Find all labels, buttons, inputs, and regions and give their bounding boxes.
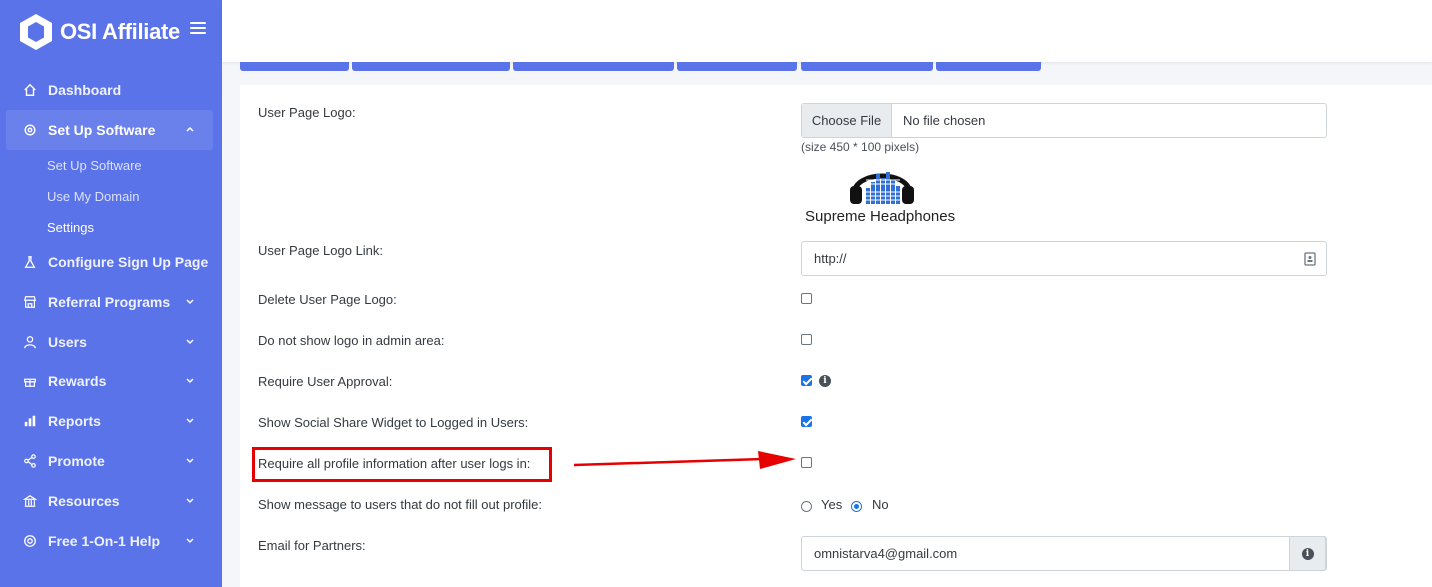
menu-toggle-icon[interactable] [190,22,206,36]
sidebar-item-reports[interactable]: Reports [6,401,213,441]
home-icon [22,82,38,98]
choose-file-button[interactable]: Choose File [802,104,892,137]
chevron-down-icon [186,538,194,544]
sidebar-subitem-set-up-software[interactable]: Set Up Software [47,158,142,173]
logo-brand-text: Supreme Headphones [805,208,956,225]
sidebar-item-users[interactable]: Users [6,322,213,362]
brand-logo-icon [20,14,52,50]
sidebar-item-label: Promote [48,453,105,469]
chevron-down-icon [186,418,194,424]
chevron-down-icon [186,299,194,305]
radio-yes-label: Yes [821,497,843,512]
sidebar-subitem-use-my-domain[interactable]: Use My Domain [47,189,139,204]
sidebar-item-label: Reports [48,413,101,429]
no-logo-admin-checkbox[interactable] [801,334,812,345]
settings-cog-icon [22,122,38,138]
show-message-yes-radio[interactable] [801,501,812,512]
email-partners-input[interactable]: omnistarva4@gmail.com i [801,536,1327,571]
delete-logo-label: Delete User Page Logo: [258,292,397,307]
brand-name: OSI Affiliate [60,19,180,44]
social-share-label: Show Social Share Widget to Logged in Us… [258,415,529,430]
chevron-up-icon [186,126,194,132]
sidebar-item-referral-programs[interactable]: Referral Programs [6,282,213,322]
show-message-label: Show message to users that do not fill o… [258,497,542,512]
sidebar-subitem-settings[interactable]: Settings [47,220,94,235]
email-info-addon[interactable]: i [1289,536,1326,571]
sidebar-item-label: Dashboard [48,82,122,98]
sidebar-item-set-up-software[interactable]: Set Up Software [6,110,213,150]
gift-icon [22,373,38,389]
info-icon[interactable]: i [819,375,831,387]
logo-link-value: http:// [814,251,847,266]
show-message-no-radio[interactable] [851,501,862,512]
sidebar-item-dashboard[interactable]: Dashboard [6,70,213,110]
sidebar-item-label: Configure Sign Up Page [48,254,209,270]
brand[interactable]: OSI Affiliate [18,12,180,52]
chevron-down-icon [186,378,194,384]
settings-tab[interactable] [240,62,349,71]
require-approval-label: Require User Approval: [258,374,393,389]
delete-logo-checkbox[interactable] [801,293,812,304]
sidebar-item-configure-sign-up-page[interactable]: Configure Sign Up Page [6,242,213,282]
sidebar-item-free-help[interactable]: Free 1-On-1 Help [6,521,213,561]
logo-file-input[interactable]: Choose File No file chosen [801,103,1327,138]
sidebar-item-rewards[interactable]: Rewards [6,361,213,401]
sidebar-item-label: Resources [48,493,120,509]
require-approval-checkbox[interactable] [801,375,812,386]
settings-tab[interactable] [936,62,1041,71]
logo-link-label: User Page Logo Link: [258,243,384,258]
email-partners-label: Email for Partners: [258,538,366,553]
settings-tab[interactable] [677,62,797,71]
sidebar-item-label: Free 1-On-1 Help [48,533,161,549]
sidebar-item-resources[interactable]: Resources [6,481,213,521]
highlight-box [252,447,552,482]
social-share-checkbox[interactable] [801,416,812,427]
red-arrow-annotation [574,451,796,469]
no-logo-admin-label: Do not show logo in admin area: [258,333,445,348]
sidebar-item-label: Set Up Software [48,122,156,138]
email-value: omnistarva4@gmail.com [814,546,958,561]
flask-icon [22,254,38,270]
bar-chart-icon [22,413,38,429]
logo-size-hint: (size 450 * 100 pixels) [801,140,920,154]
settings-tab[interactable] [801,62,933,71]
lifebuoy-icon [22,533,38,549]
file-name-text: No file chosen [903,113,986,128]
contact-card-icon [1304,252,1316,266]
store-icon [22,294,38,310]
sidebar: OSI Affiliate Dashboard Set Up Software … [0,0,222,587]
top-bar [222,0,1432,62]
radio-no-label: No [872,497,889,512]
share-icon [22,453,38,469]
logo-link-input[interactable]: http:// [801,241,1327,276]
sidebar-item-label: Referral Programs [48,294,171,310]
settings-tab[interactable] [513,62,674,71]
user-page-logo-label: User Page Logo: [258,105,356,120]
sidebar-item-promote[interactable]: Promote [6,441,213,481]
chevron-down-icon [186,339,194,345]
sidebar-item-label: Rewards [48,373,107,389]
chevron-down-icon [186,458,194,464]
user-icon [22,334,38,350]
require-profile-checkbox[interactable] [801,457,812,468]
bank-icon [22,493,38,509]
chevron-down-icon [186,498,194,504]
info-icon: i [1301,547,1314,560]
settings-tab[interactable] [352,62,510,71]
sidebar-item-label: Users [48,334,87,350]
